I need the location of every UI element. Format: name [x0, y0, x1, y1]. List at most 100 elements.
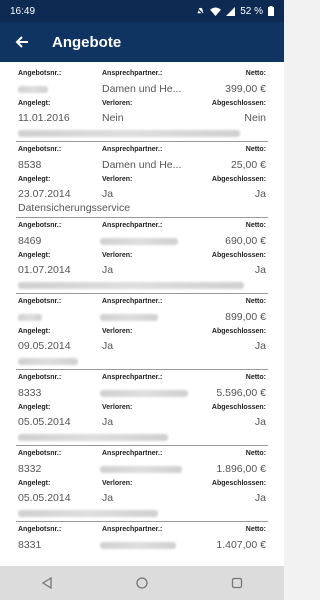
- offer-card[interactable]: Angebotsnr.: Ansprechpartner.: Netto: 83…: [16, 370, 268, 446]
- redacted-partner: [100, 238, 178, 245]
- redacted-description: [18, 282, 244, 289]
- offer-partner: Damen und He...: [102, 83, 182, 95]
- offer-verloren: Ja: [102, 188, 114, 200]
- label-angebotsnr: Angebotsnr.:: [18, 298, 62, 305]
- label-angelegt: Angelegt:: [18, 404, 51, 411]
- offer-netto: 5.596,00 €: [216, 387, 266, 399]
- bell-off-icon: [196, 6, 205, 16]
- label-ansprechpartner: Ansprechpartner.:: [102, 526, 163, 533]
- label-verloren: Verloren:: [102, 176, 133, 183]
- offer-verloren: Ja: [102, 264, 114, 276]
- offer-angelegt: 01.07.2014: [18, 264, 71, 276]
- offer-abgeschlossen: Ja: [254, 492, 266, 504]
- offer-angelegt: 09.05.2014: [18, 340, 71, 352]
- offer-number: 8333: [18, 387, 42, 399]
- offer-angelegt: 11.01.2016: [18, 112, 70, 124]
- status-bar: 16:49 52 %: [0, 0, 284, 22]
- offer-number: 8538: [18, 159, 42, 171]
- offer-angelegt: 23.07.2014: [18, 188, 71, 200]
- app-bar: Angebote: [0, 22, 284, 62]
- label-netto: Netto:: [245, 70, 266, 77]
- label-angebotsnr: Angebotsnr.:: [18, 450, 62, 457]
- battery-icon: [268, 6, 274, 16]
- offer-verloren: Ja: [102, 340, 114, 352]
- label-abgeschlossen: Abgeschlossen:: [211, 328, 266, 335]
- offer-netto: 399,00 €: [225, 83, 266, 95]
- label-angelegt: Angelegt:: [18, 176, 51, 183]
- nav-home-icon[interactable]: [128, 569, 156, 597]
- label-ansprechpartner: Ansprechpartner.:: [102, 146, 163, 153]
- battery-text: 52 %: [240, 5, 263, 17]
- label-verloren: Verloren:: [102, 480, 133, 487]
- offer-verloren: Nein: [102, 112, 124, 124]
- nav-recents-icon[interactable]: [223, 569, 251, 597]
- offer-angelegt: 05.05.2014: [18, 416, 71, 428]
- wifi-icon: [210, 6, 222, 16]
- label-netto: Netto:: [245, 146, 266, 153]
- label-ansprechpartner: Ansprechpartner.:: [102, 298, 163, 305]
- label-abgeschlossen: Abgeschlossen:: [211, 404, 266, 411]
- offer-card[interactable]: Angebotsnr.: Ansprechpartner.: Netto: Da…: [16, 66, 268, 142]
- label-abgeschlossen: Abgeschlossen:: [211, 100, 266, 107]
- nav-back-icon[interactable]: [33, 569, 61, 597]
- page-title: Angebote: [52, 33, 122, 51]
- redacted-description: [18, 358, 78, 365]
- label-verloren: Verloren:: [102, 404, 133, 411]
- label-ansprechpartner: Ansprechpartner.:: [102, 222, 163, 229]
- redacted-number: [18, 86, 48, 93]
- label-verloren: Verloren:: [102, 252, 133, 259]
- label-netto: Netto:: [245, 222, 266, 229]
- label-ansprechpartner: Ansprechpartner.:: [102, 450, 163, 457]
- signal-icon: [226, 6, 236, 16]
- offer-abgeschlossen: Ja: [254, 188, 266, 200]
- offer-card[interactable]: Angebotsnr.: Ansprechpartner.: Netto: 83…: [16, 446, 268, 522]
- offer-card[interactable]: Angebotsnr.: Ansprechpartner.: Netto: 84…: [16, 218, 268, 294]
- offer-number: 8332: [18, 463, 42, 475]
- label-netto: Netto:: [245, 374, 266, 381]
- label-angebotsnr: Angebotsnr.:: [18, 374, 62, 381]
- offer-netto: 1.896,00 €: [216, 463, 266, 475]
- redacted-partner: [100, 390, 188, 397]
- label-angelegt: Angelegt:: [18, 480, 51, 487]
- offer-list[interactable]: Angebotsnr.: Ansprechpartner.: Netto: Da…: [0, 62, 284, 566]
- offer-abgeschlossen: Ja: [254, 264, 266, 276]
- redacted-description: [18, 130, 240, 137]
- label-angelegt: Angelegt:: [18, 252, 51, 259]
- label-netto: Netto:: [245, 450, 266, 457]
- offer-netto: 899,00 €: [225, 311, 266, 323]
- back-arrow-icon[interactable]: [12, 32, 32, 52]
- system-nav-bar: [0, 566, 284, 600]
- status-icons: 52 %: [196, 6, 274, 17]
- label-verloren: Verloren:: [102, 100, 133, 107]
- label-verloren: Verloren:: [102, 328, 133, 335]
- redacted-partner: [100, 542, 176, 549]
- offer-abgeschlossen: Ja: [254, 416, 266, 428]
- offer-verloren: Ja: [102, 492, 114, 504]
- label-angelegt: Angelegt:: [18, 100, 51, 107]
- status-time: 16:49: [10, 5, 36, 17]
- label-angebotsnr: Angebotsnr.:: [18, 526, 62, 533]
- label-angebotsnr: Angebotsnr.:: [18, 70, 62, 77]
- offer-number: 8469: [18, 235, 42, 247]
- redacted-description: [18, 510, 158, 517]
- label-netto: Netto:: [245, 298, 266, 305]
- offer-number: 8331: [18, 539, 42, 551]
- redacted-partner: [100, 314, 158, 321]
- label-netto: Netto:: [245, 526, 266, 533]
- offer-description: Datensicherungsservice: [18, 202, 131, 214]
- label-ansprechpartner: Ansprechpartner.:: [102, 374, 163, 381]
- offer-partner: Damen und He...: [102, 159, 182, 171]
- offer-verloren: Ja: [102, 416, 114, 428]
- offer-abgeschlossen: Nein: [244, 112, 266, 124]
- label-abgeschlossen: Abgeschlossen:: [211, 176, 266, 183]
- label-angelegt: Angelegt:: [18, 328, 51, 335]
- offer-netto: 1.407,00 €: [216, 539, 266, 551]
- offer-card[interactable]: Angebotsnr.: Ansprechpartner.: Netto: 83…: [16, 522, 268, 566]
- offer-angelegt: 05.05.2014: [18, 492, 71, 504]
- redacted-number: [18, 314, 42, 321]
- label-angebotsnr: Angebotsnr.:: [18, 222, 62, 229]
- offer-card[interactable]: Angebotsnr.: Ansprechpartner.: Netto: 89…: [16, 294, 268, 370]
- offer-abgeschlossen: Ja: [254, 340, 266, 352]
- label-abgeschlossen: Abgeschlossen:: [211, 252, 266, 259]
- offer-card[interactable]: Angebotsnr.: Ansprechpartner.: Netto: 85…: [16, 142, 268, 218]
